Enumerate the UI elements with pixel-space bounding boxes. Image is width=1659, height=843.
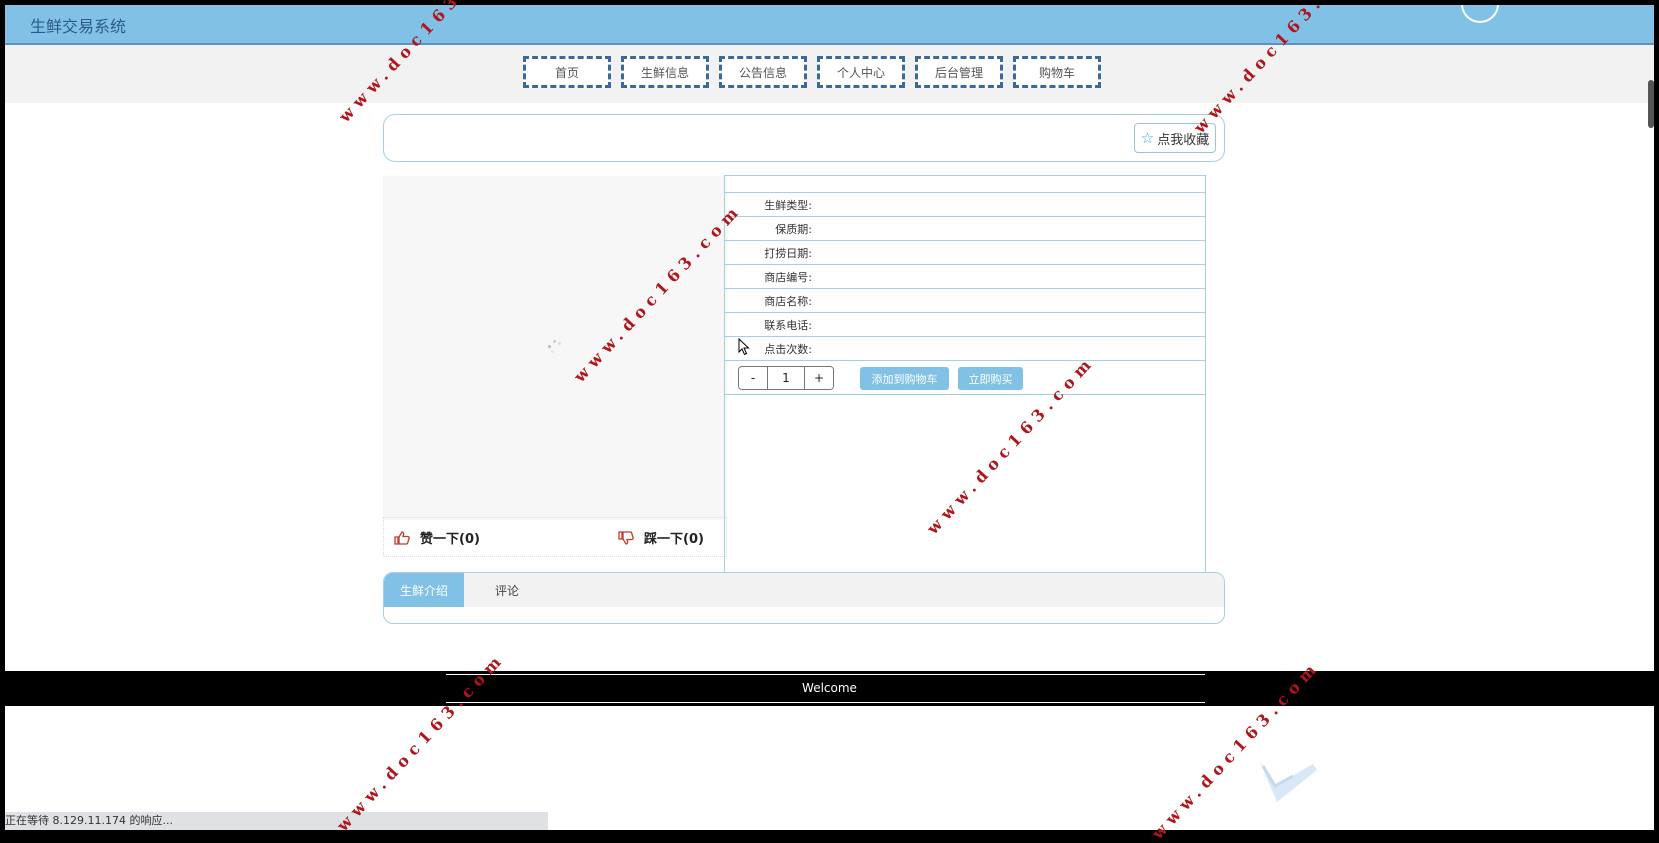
product-image xyxy=(383,176,727,520)
footer-divider xyxy=(446,702,1205,703)
buy-now-button[interactable]: 立即购买 xyxy=(958,367,1023,390)
field-label: 商店编号: xyxy=(764,271,812,284)
star-icon: ☆ xyxy=(1140,129,1155,147)
browser-status-bar: 正在等待 8.129.11.174 的响应... xyxy=(5,812,548,830)
field-label: 商店名称: xyxy=(764,295,812,308)
detail-row: 商店名称: xyxy=(725,289,1205,313)
field-label: 打捞日期: xyxy=(764,247,812,260)
footer-welcome: Welcome xyxy=(802,681,857,695)
purchase-row: - 1 + 添加到购物车 立即购买 xyxy=(725,361,1205,395)
tab-comments[interactable]: 评论 xyxy=(464,573,550,607)
product-name-row xyxy=(725,176,1205,193)
page: 生鲜交易系统 首页 生鲜信息 公告信息 个人中心 后台管理 购物车 ☆ 点我收藏 xyxy=(5,5,1654,671)
nav-personal-center[interactable]: 个人中心 xyxy=(817,56,905,88)
thumbs-down-icon xyxy=(618,530,634,545)
like-label: 赞一下(0) xyxy=(420,532,480,547)
nav-home[interactable]: 首页 xyxy=(523,56,611,88)
nav-cart[interactable]: 购物车 xyxy=(1013,56,1101,88)
thumbs-up-icon xyxy=(394,530,410,545)
like-button[interactable]: 赞一下(0) xyxy=(394,528,480,547)
dislike-label: 踩一下(0) xyxy=(644,532,704,547)
dislike-button[interactable]: 踩一下(0) xyxy=(618,528,704,547)
product-details: 生鲜类型: 保质期: 打捞日期: 商店编号: 商店名称: 联系电话: 点击次数:… xyxy=(724,175,1206,577)
detail-row: 点击次数: xyxy=(725,337,1205,361)
quantity-input[interactable]: 1 xyxy=(768,367,805,389)
detail-row: 生鲜类型: xyxy=(725,193,1205,217)
add-to-cart-button[interactable]: 添加到购物车 xyxy=(860,367,949,390)
user-avatar-icon[interactable] xyxy=(1461,5,1499,23)
vote-bar: 赞一下(0) 踩一下(0) xyxy=(383,517,727,557)
top-header: 生鲜交易系统 xyxy=(5,5,1654,45)
field-label: 保质期: xyxy=(775,223,812,236)
footer: Welcome xyxy=(0,671,1659,706)
detail-row: 打捞日期: xyxy=(725,241,1205,265)
quantity-minus-button[interactable]: - xyxy=(739,367,768,389)
navbar: 首页 生鲜信息 公告信息 个人中心 后台管理 购物车 xyxy=(5,45,1654,103)
nav-announcements[interactable]: 公告信息 xyxy=(719,56,807,88)
field-label: 生鲜类型: xyxy=(764,199,812,212)
nav-menu: 首页 生鲜信息 公告信息 个人中心 后台管理 购物车 xyxy=(523,56,1101,88)
footer-divider xyxy=(446,674,1205,675)
title-bar-box: ☆ 点我收藏 xyxy=(383,114,1225,162)
mouse-cursor-icon xyxy=(738,338,750,356)
tab-introduction[interactable]: 生鲜介绍 xyxy=(384,573,464,607)
lower-area: 正在等待 8.129.11.174 的响应... xyxy=(5,706,1654,830)
nav-admin[interactable]: 后台管理 xyxy=(915,56,1003,88)
quantity-plus-button[interactable]: + xyxy=(805,367,833,389)
nav-fresh-info[interactable]: 生鲜信息 xyxy=(621,56,709,88)
detail-row: 商店编号: xyxy=(725,265,1205,289)
site-title[interactable]: 生鲜交易系统 xyxy=(30,13,126,37)
quantity-stepper: - 1 + xyxy=(738,366,834,390)
detail-row: 保质期: xyxy=(725,217,1205,241)
tab-panel: 生鲜介绍 评论 xyxy=(383,572,1225,624)
loading-spinner-icon xyxy=(548,340,562,354)
detail-row: 联系电话: xyxy=(725,313,1205,337)
scrollbar-thumb[interactable] xyxy=(1648,80,1654,128)
field-label: 点击次数: xyxy=(764,343,812,356)
brand-logo-icon xyxy=(1259,760,1317,802)
field-label: 联系电话: xyxy=(764,319,812,332)
tab-bar: 生鲜介绍 评论 xyxy=(384,573,1224,607)
